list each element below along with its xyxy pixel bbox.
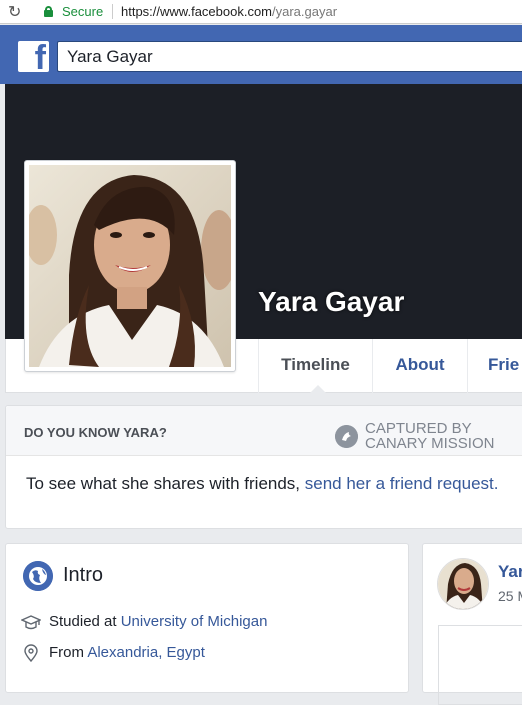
do-you-know-title: DO YOU KNOW YARA? xyxy=(24,425,167,440)
university-link[interactable]: University of Michigan xyxy=(121,613,268,630)
facebook-logo-icon[interactable]: f xyxy=(18,41,49,72)
url-host: https://www.facebook.com xyxy=(121,4,273,19)
post-author-avatar[interactable] xyxy=(437,558,489,610)
tab-about[interactable]: About xyxy=(372,339,467,393)
profile-photo[interactable] xyxy=(24,160,236,372)
from-row: From Alexandria, Egypt xyxy=(21,644,205,663)
studied-at-row: Studied at University of Michigan xyxy=(21,613,267,631)
search-input[interactable]: Yara Gayar xyxy=(57,41,522,72)
intro-title: Intro xyxy=(63,564,104,586)
intro-card: Intro Studied at University of Michigan … xyxy=(5,543,409,693)
graduation-cap-icon xyxy=(21,615,41,630)
profile-name[interactable]: Yara Gayar xyxy=(258,286,404,318)
url-path: /yara.gayar xyxy=(272,4,338,19)
post-author-name[interactable]: Yar xyxy=(498,562,522,582)
secure-label: Secure xyxy=(62,4,104,19)
do-you-know-card: DO YOU KNOW YARA? CAPTURED BY CANARY MIS… xyxy=(5,405,522,529)
active-tab-indicator xyxy=(309,385,327,394)
address-separator xyxy=(112,4,113,19)
friend-request-prompt: To see what she shares with friends, sen… xyxy=(26,474,499,493)
browser-address-bar: ↻ Secure https://www.facebook.com/yara.g… xyxy=(0,0,522,24)
post-content-box xyxy=(438,625,522,705)
hometown-link[interactable]: Alexandria, Egypt xyxy=(87,644,205,661)
location-pin-icon xyxy=(24,644,38,663)
post-card: Yar 25 M xyxy=(422,543,522,705)
canary-mission-watermark: CAPTURED BY CANARY MISSION xyxy=(365,420,495,452)
send-friend-request-link[interactable]: send her a friend request. xyxy=(305,474,499,493)
facebook-top-bar: f Yara Gayar xyxy=(0,25,522,84)
do-you-know-header: DO YOU KNOW YARA? CAPTURED BY CANARY MIS… xyxy=(6,406,522,456)
profile-photo-image xyxy=(29,165,231,367)
reload-icon[interactable]: ↻ xyxy=(8,2,21,21)
tab-friends[interactable]: Frie xyxy=(467,339,522,393)
lock-icon xyxy=(44,6,53,17)
canary-bird-icon xyxy=(335,425,358,448)
url-field[interactable]: https://www.facebook.com/yara.gayar xyxy=(121,4,337,19)
globe-icon xyxy=(23,561,53,591)
post-timestamp[interactable]: 25 M xyxy=(498,588,522,604)
